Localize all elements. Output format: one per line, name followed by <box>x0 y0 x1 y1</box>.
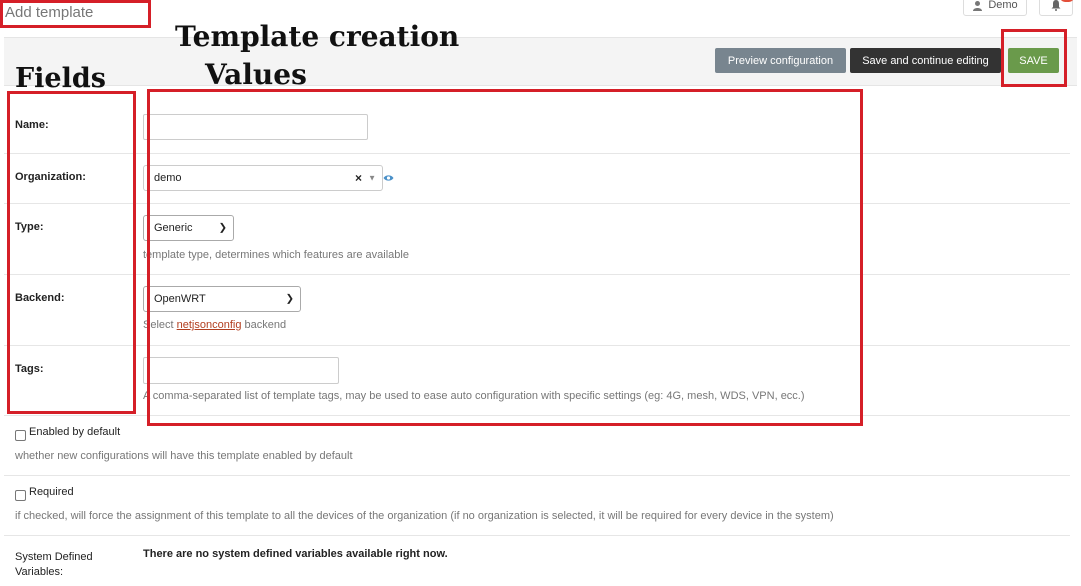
enabled-by-default-checkbox[interactable] <box>15 430 26 441</box>
user-menu-button[interactable]: Demo <box>963 0 1027 16</box>
annotation-box-save <box>1001 29 1067 87</box>
annotation-values: Values <box>205 58 307 91</box>
enabled-by-default-label[interactable]: Enabled by default <box>29 426 120 438</box>
system-variables-value: There are no system defined variables av… <box>143 548 448 560</box>
notification-badge <box>1060 0 1074 2</box>
annotation-box-values <box>147 89 863 426</box>
annotation-fields: Fields <box>15 63 106 94</box>
enabled-by-default-help: whether new configurations will have thi… <box>15 450 353 462</box>
annotation-template-creation: Template creation <box>175 20 460 53</box>
system-variables-label: System Defined Variables: <box>15 550 93 580</box>
required-checkbox[interactable] <box>15 490 26 501</box>
annotation-box-fields <box>7 91 136 414</box>
user-icon <box>973 0 983 11</box>
save-continue-button[interactable]: Save and continue editing <box>850 48 1001 73</box>
system-variables-label-line1: System Defined <box>15 551 93 563</box>
annotation-box-title <box>0 0 151 28</box>
required-label[interactable]: Required <box>29 486 74 498</box>
bell-icon <box>1051 0 1061 11</box>
notifications-button[interactable] <box>1039 0 1074 16</box>
row-divider <box>4 535 1070 536</box>
user-name: Demo <box>988 0 1018 11</box>
required-help: if checked, will force the assignment of… <box>15 510 834 522</box>
row-divider <box>4 475 1070 476</box>
system-variables-label-line2: Variables: <box>15 566 64 578</box>
preview-configuration-button[interactable]: Preview configuration <box>715 48 846 73</box>
